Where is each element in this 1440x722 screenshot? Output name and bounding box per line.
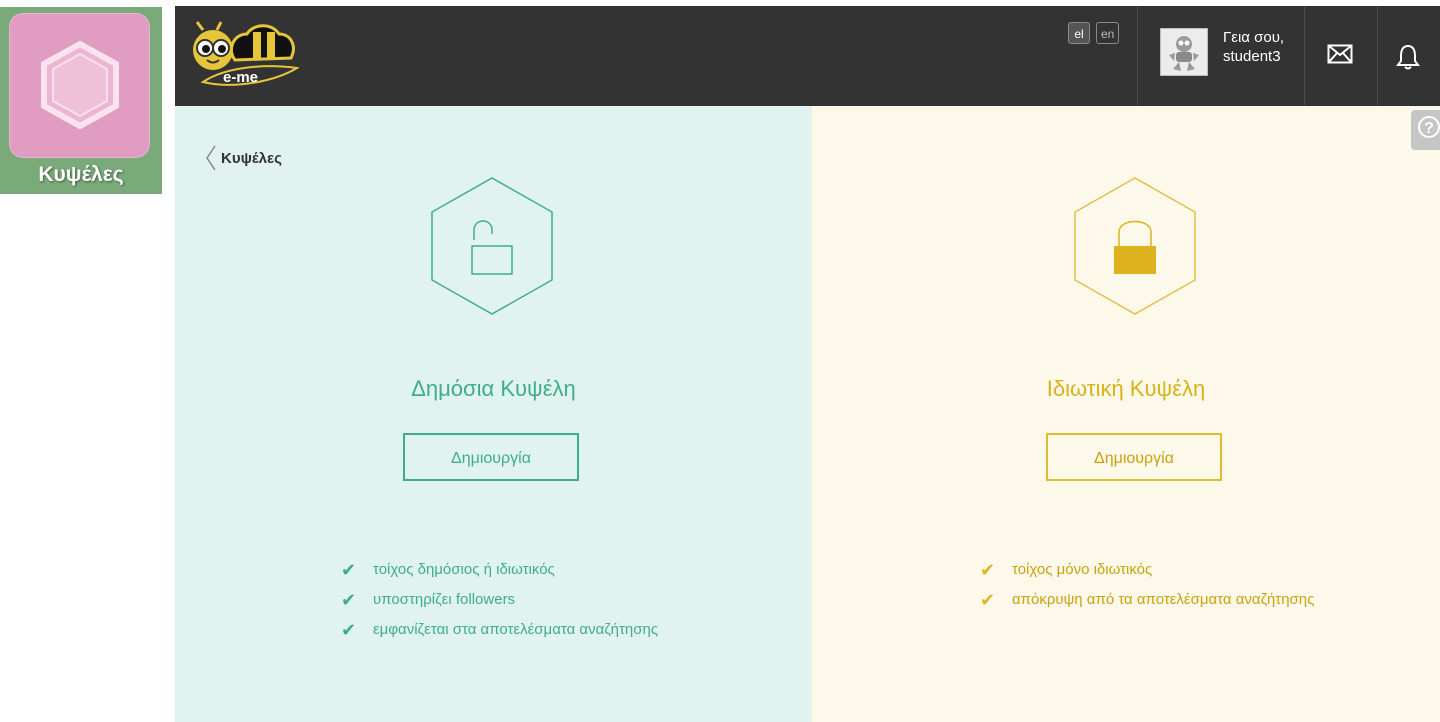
language-el-button[interactable]: el — [1068, 22, 1090, 44]
checkmark-icon: ✔ — [980, 560, 996, 580]
language-en-button[interactable]: en — [1096, 22, 1120, 44]
public-hive-title: Δημόσια Κυψέλη — [411, 376, 576, 401]
list-item: ✔ εμφανίζεται στα αποτελέσματα αναζήτηση… — [341, 619, 658, 649]
checkmark-icon: ✔ — [341, 620, 357, 640]
feature-text: τοίχος μόνο ιδιωτικός — [1012, 561, 1153, 578]
private-hexagon-badge — [1074, 177, 1196, 315]
checkmark-icon: ✔ — [980, 590, 996, 610]
notifications-button[interactable] — [1378, 6, 1440, 106]
bee-logo-icon: e-me — [193, 21, 300, 86]
robot-avatar-icon — [1169, 36, 1199, 71]
user-menu[interactable]: Γεια σου, student3 — [1137, 6, 1305, 106]
checkmark-icon: ✔ — [341, 560, 357, 580]
language-switcher: el en — [1068, 22, 1120, 44]
logo-text: e-me — [223, 69, 258, 86]
locked-padlock-icon — [1114, 220, 1156, 274]
create-public-hive-button[interactable]: Δημιουργία — [403, 433, 579, 481]
list-item: ✔ τοίχος μόνο ιδιωτικός — [980, 559, 1314, 589]
avatar — [1160, 28, 1208, 76]
feature-text: υποστηρίζει followers — [373, 591, 516, 608]
list-item: ✔ υποστηρίζει followers — [341, 589, 658, 619]
create-private-hive-button[interactable]: Δημιουργία — [1046, 433, 1222, 481]
help-button[interactable]: ? — [1411, 110, 1440, 150]
app-frame: e-me el en Γεια σου, student3 Κυψέλες Δη… — [175, 6, 1440, 722]
hives-app-tile[interactable]: Κυψέλες — [0, 7, 162, 194]
user-greeting: Γεια σου, student3 — [1223, 28, 1284, 66]
back-link[interactable]: Κυψέλες — [205, 144, 282, 172]
hexagon-icon — [41, 40, 119, 130]
chevron-left-icon — [206, 145, 216, 171]
unlocked-padlock-icon — [471, 220, 513, 275]
bell-icon — [1396, 44, 1420, 70]
eme-logo[interactable]: e-me — [187, 20, 300, 97]
list-item: ✔ τοίχος δημόσιος ή ιδιωτικός — [341, 559, 658, 589]
hives-tile-label: Κυψέλες — [38, 163, 124, 186]
private-hive-title: Ιδιωτική Κυψέλη — [1046, 376, 1206, 401]
public-hive-panel: Κυψέλες Δημόσια Κυψέλη Δημιουργία ✔ τοίχ… — [175, 106, 812, 722]
private-hive-panel: Ιδιωτική Κυψέλη Δημιουργία ✔ τοίχος μόνο… — [812, 106, 1440, 722]
top-navigation-bar: e-me el en Γεια σου, student3 — [175, 6, 1440, 106]
greeting-line: Γεια σου, — [1223, 29, 1285, 46]
feature-text: τοίχος δημόσιος ή ιδιωτικός — [373, 561, 555, 578]
private-feature-list: ✔ τοίχος μόνο ιδιωτικός ✔ απόκρυψη από τ… — [980, 559, 1314, 619]
back-link-label: Κυψέλες — [221, 149, 282, 167]
help-icon: ? — [1418, 116, 1440, 138]
feature-text: απόκρυψη από τα αποτελέσματα αναζήτησης — [1012, 591, 1315, 608]
messages-button[interactable] — [1303, 6, 1378, 106]
public-feature-list: ✔ τοίχος δημόσιος ή ιδιωτικός ✔ υποστηρί… — [341, 559, 658, 649]
public-hexagon-badge — [431, 177, 553, 315]
hives-tile-face — [9, 13, 150, 158]
username: student3 — [1223, 48, 1281, 65]
envelope-icon — [1327, 44, 1353, 64]
list-item: ✔ απόκρυψη από τα αποτελέσματα αναζήτηση… — [980, 589, 1314, 619]
feature-text: εμφανίζεται στα αποτελέσματα αναζήτησης — [373, 621, 659, 638]
checkmark-icon: ✔ — [341, 590, 357, 610]
